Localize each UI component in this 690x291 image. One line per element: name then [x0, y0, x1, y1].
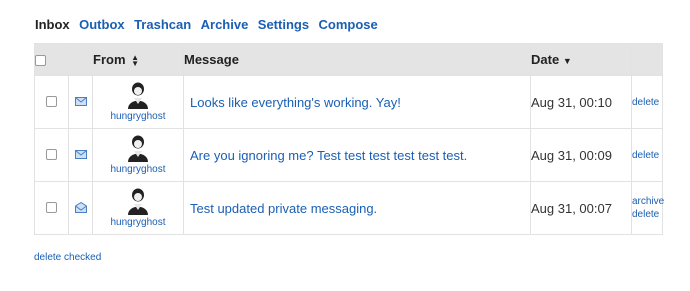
from-header[interactable]: From ▲ ▼ [92, 43, 184, 76]
message-cell: Test updated private messaging. [183, 181, 531, 235]
delete-link[interactable]: delete [632, 96, 662, 109]
avatar[interactable] [125, 82, 151, 110]
row-select-cell [34, 75, 69, 129]
envelope-closed-icon [74, 97, 87, 107]
tab-trashcan[interactable]: Trashcan [134, 17, 191, 32]
messages-table: From ▲ ▼ Message Date ▼ hungryghost Looks… [34, 43, 664, 235]
select-all-checkbox[interactable] [35, 55, 46, 67]
table-row: hungryghost Looks like everything's work… [34, 75, 663, 129]
sender-name[interactable]: hungryghost [110, 111, 165, 122]
actions-header [631, 43, 663, 76]
row-checkbox[interactable] [46, 96, 57, 108]
from-header-label: From [93, 52, 126, 67]
table-row: hungryghost Are you ignoring me? Test te… [34, 128, 663, 182]
message-link[interactable]: Test updated private messaging. [184, 201, 530, 216]
envelope-open-icon [74, 202, 87, 214]
status-cell [68, 75, 93, 129]
avatar[interactable] [125, 135, 151, 163]
envelope-closed-icon [74, 150, 87, 160]
table-row: hungryghost Test updated private messagi… [34, 181, 664, 235]
row-checkbox[interactable] [46, 149, 57, 161]
avatar[interactable] [125, 188, 151, 216]
date-cell: Aug 31, 00:10 [530, 75, 632, 129]
actions-cell: archive delete [631, 181, 664, 235]
sender-name[interactable]: hungryghost [110, 164, 165, 175]
date-header[interactable]: Date ▼ [530, 43, 632, 76]
actions-cell: delete [631, 128, 663, 182]
tab-outbox[interactable]: Outbox [79, 17, 125, 32]
date-cell: Aug 31, 00:07 [530, 181, 632, 235]
select-all-header [34, 43, 69, 76]
status-cell [68, 181, 93, 235]
message-link[interactable]: Looks like everything's working. Yay! [184, 95, 530, 110]
table-header-row: From ▲ ▼ Message Date ▼ [34, 43, 663, 76]
sender-name[interactable]: hungryghost [110, 217, 165, 228]
row-checkbox[interactable] [46, 202, 57, 214]
delete-link[interactable]: delete [632, 149, 662, 162]
tab-inbox[interactable]: Inbox [35, 17, 70, 32]
tab-settings[interactable]: Settings [258, 17, 309, 32]
date-header-label: Date [531, 52, 560, 67]
tab-archive[interactable]: Archive [201, 17, 249, 32]
row-select-cell [34, 128, 69, 182]
delete-link[interactable]: delete [632, 208, 662, 221]
date-cell: Aug 31, 00:09 [530, 128, 632, 182]
message-header-label: Message [184, 52, 239, 67]
tab-compose[interactable]: Compose [319, 17, 378, 32]
message-header: Message [183, 43, 531, 76]
row-select-cell [34, 181, 69, 235]
from-cell: hungryghost [92, 75, 184, 129]
sort-down-icon: ▼ [562, 56, 572, 66]
actions-cell: delete [631, 75, 663, 129]
archive-link[interactable]: archive [632, 195, 664, 208]
message-cell: Looks like everything's working. Yay! [183, 75, 531, 129]
status-cell [68, 128, 93, 182]
message-cell: Are you ignoring me? Test test test test… [183, 128, 531, 182]
status-header [68, 43, 93, 76]
sort-updown-icon: ▲ ▼ [131, 52, 140, 68]
from-cell: hungryghost [92, 128, 184, 182]
from-cell: hungryghost [92, 181, 184, 235]
message-link[interactable]: Are you ignoring me? Test test test test… [184, 148, 530, 163]
mailbox-tabs: Inbox Outbox Trashcan Archive Settings C… [35, 16, 383, 32]
delete-checked-link[interactable]: delete checked [34, 252, 101, 263]
